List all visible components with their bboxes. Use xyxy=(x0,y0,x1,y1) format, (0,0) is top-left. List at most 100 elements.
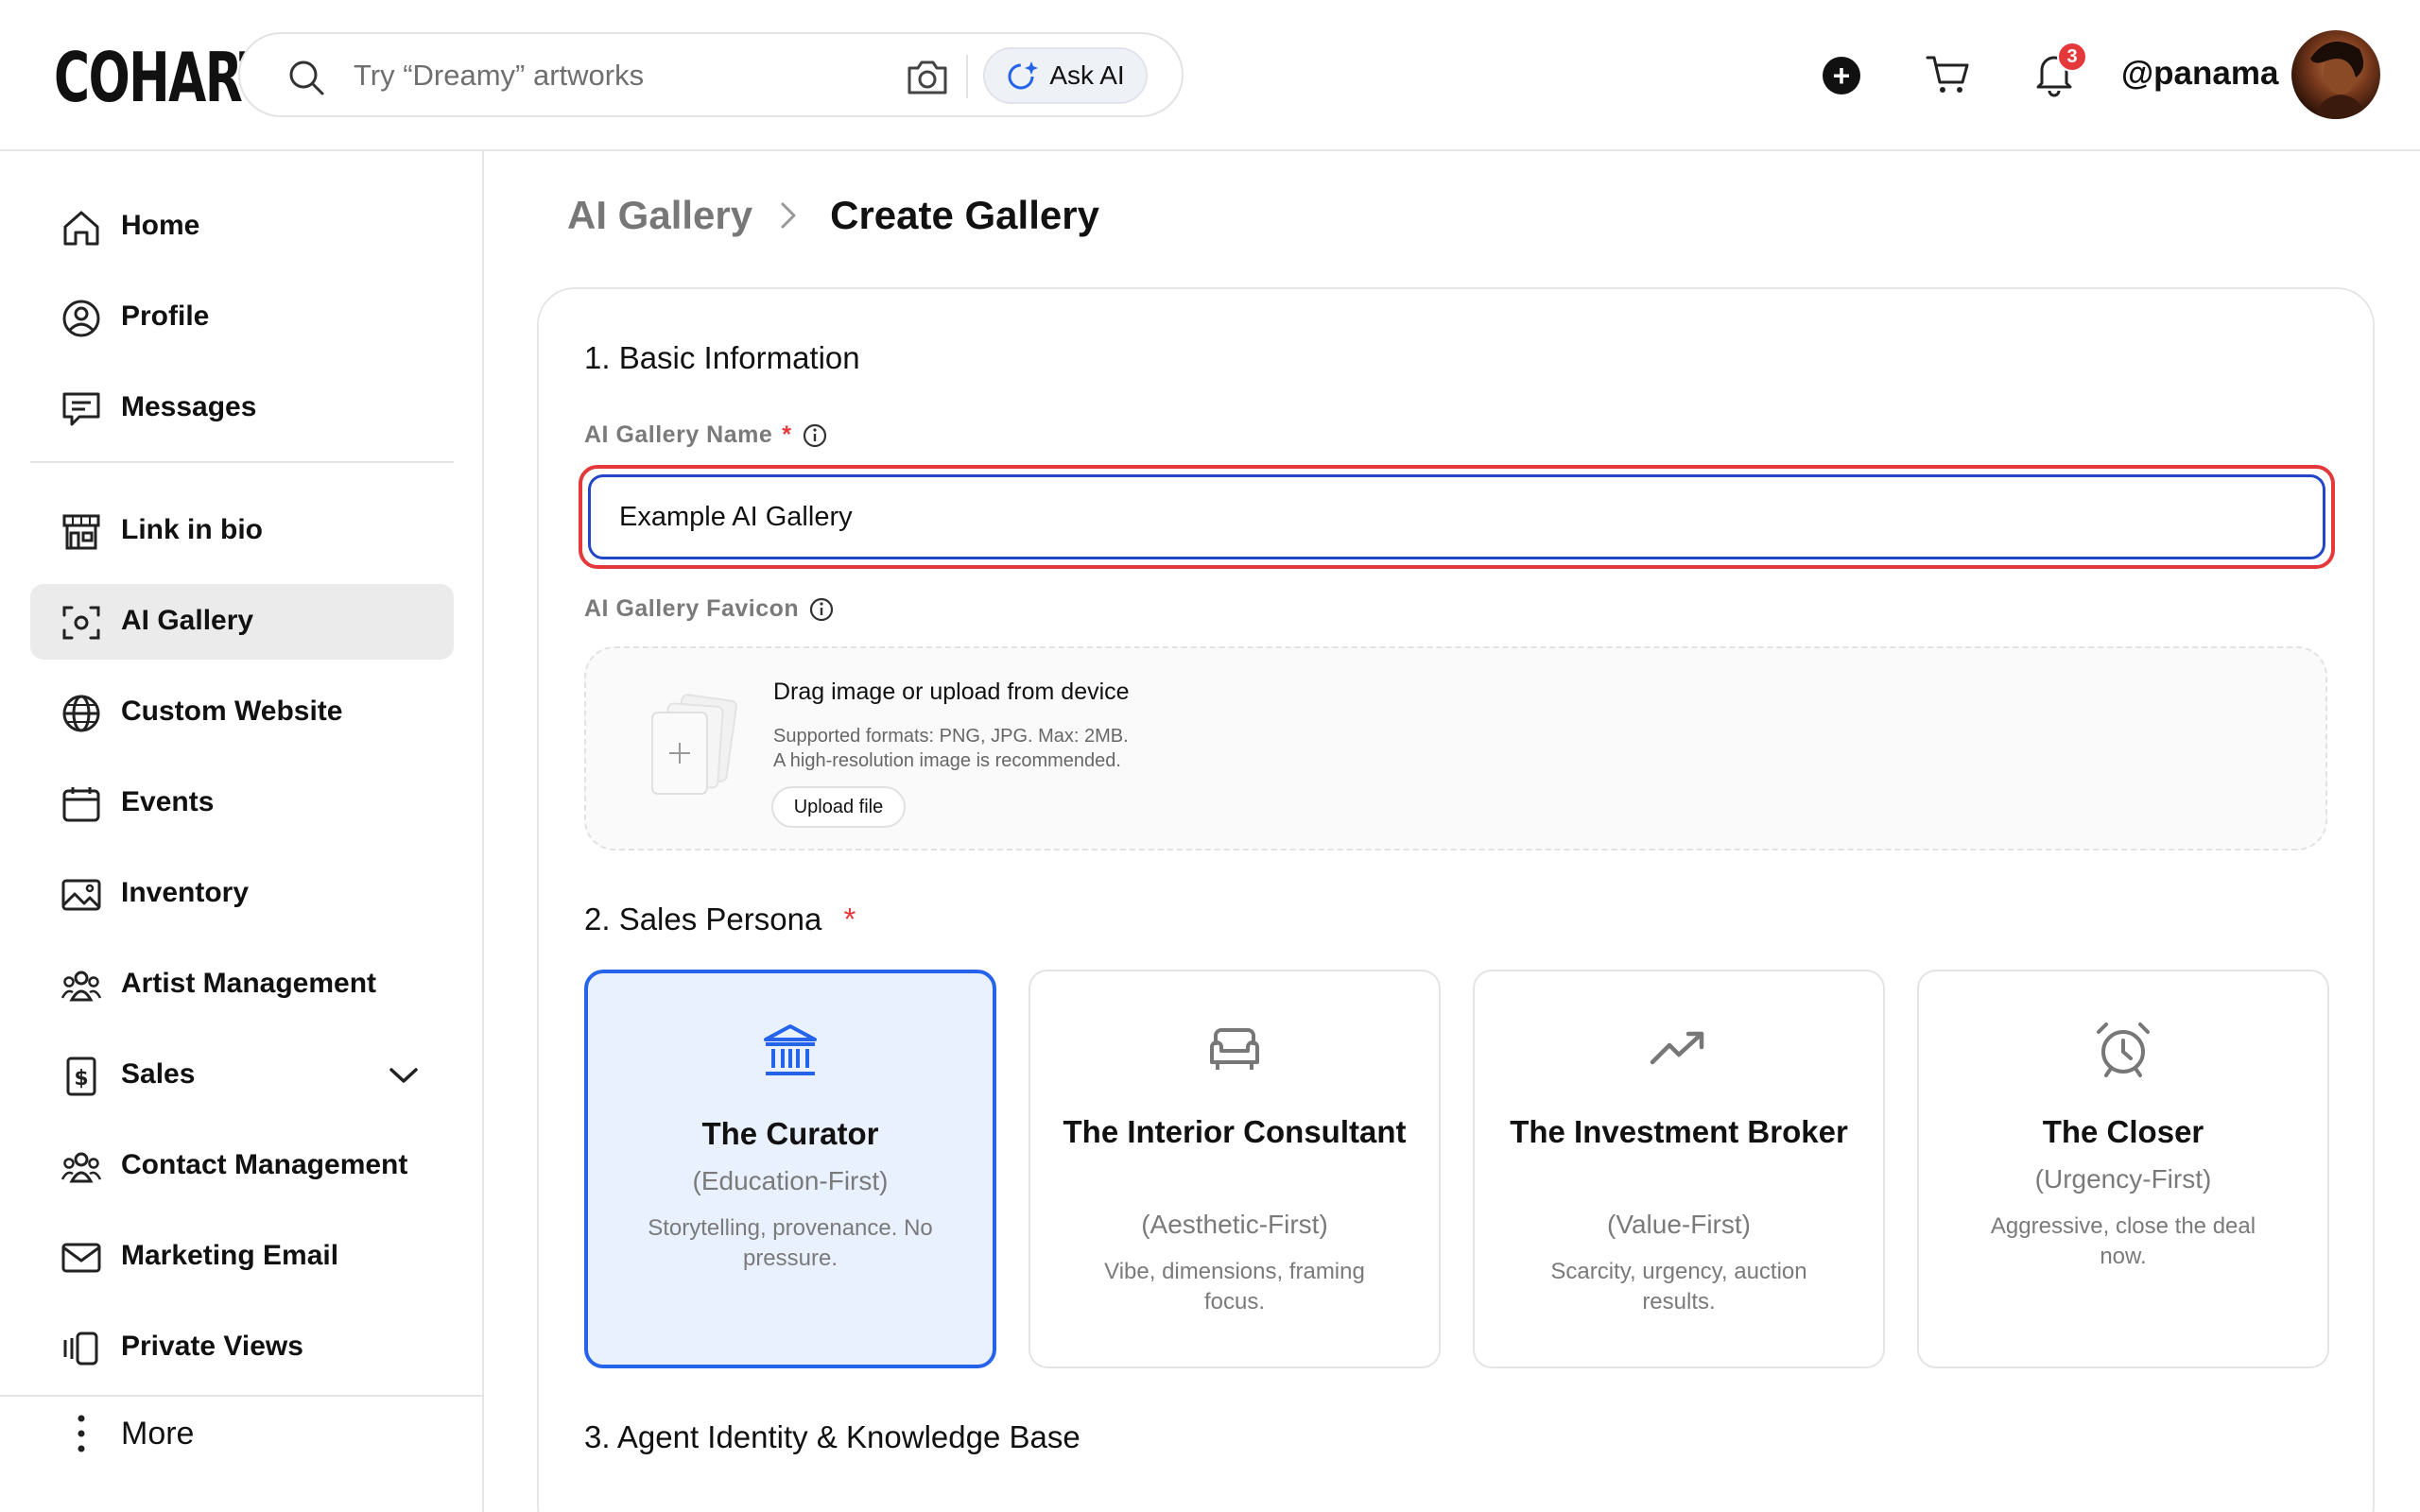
image-stack-upload-icon xyxy=(651,694,737,795)
persona-card-investment-broker[interactable]: The Investment Broker (Value-First) Scar… xyxy=(1473,970,1885,1368)
create-plus-button[interactable]: + xyxy=(1823,57,1860,94)
sidebar-item-label: Inventory xyxy=(121,877,250,908)
sidebar-item-artist-management[interactable]: Artist Management xyxy=(30,947,454,1022)
persona-name: The Interior Consultant xyxy=(1063,1114,1407,1149)
dropzone-recommendation: A high-resolution image is recommended. xyxy=(773,750,1121,771)
camera-icon[interactable] xyxy=(906,57,949,96)
sidebar-item-inventory[interactable]: Inventory xyxy=(30,856,454,932)
sidebar-item-label: Link in bio xyxy=(121,514,263,545)
search-bar[interactable]: Ask AI xyxy=(238,32,1184,117)
persona-tag: (Urgency-First) xyxy=(2034,1164,2212,1194)
globe-icon xyxy=(62,695,100,732)
info-icon[interactable] xyxy=(802,422,828,449)
username[interactable]: @panama xyxy=(2121,55,2278,93)
persona-card-interior-consultant[interactable]: The Interior Consultant (Aesthetic-First… xyxy=(1028,970,1441,1368)
sidebar-item-label: Messages xyxy=(121,391,257,422)
gallery-favicon-label-text: AI Gallery Favicon xyxy=(584,595,800,622)
persona-tag: (Aesthetic-First) xyxy=(1141,1210,1328,1239)
notification-badge: 3 xyxy=(2057,42,2087,72)
persona-description: Vibe, dimensions, framing focus. xyxy=(1104,1259,1365,1314)
sidebar-item-label: Custom Website xyxy=(121,696,343,727)
required-asterisk: * xyxy=(782,421,792,448)
contacts-group-icon xyxy=(60,1152,102,1183)
sidebar-item-home[interactable]: Home xyxy=(30,189,454,265)
sidebar-item-messages[interactable]: Messages xyxy=(30,370,454,446)
persona-tag: (Value-First) xyxy=(1607,1210,1751,1239)
sidebar-more-button[interactable]: More xyxy=(30,1397,454,1472)
sidebar-item-label: Home xyxy=(121,210,200,241)
gallery-favicon-label: AI Gallery Favicon xyxy=(584,595,835,623)
home-icon xyxy=(63,211,99,246)
more-label: More xyxy=(121,1416,195,1452)
vertical-dots-icon xyxy=(78,1415,85,1452)
dollar-document-icon: $ xyxy=(66,1057,96,1096)
gallery-name-error-outline xyxy=(579,465,2335,569)
sidebar-item-ai-gallery[interactable]: AI Gallery xyxy=(30,584,454,660)
dropzone-title: Drag image or upload from device xyxy=(773,679,1130,705)
sidebar-item-label: Marketing Email xyxy=(121,1240,339,1271)
calendar-icon xyxy=(62,787,100,822)
persona-name: The Closer xyxy=(2042,1114,2204,1149)
sidebar-item-label: Artist Management xyxy=(121,968,377,999)
persona-name: The Investment Broker xyxy=(1510,1114,1848,1149)
persona-name: The Curator xyxy=(701,1116,879,1151)
sidebar-item-profile[interactable]: Profile xyxy=(30,280,454,355)
profile-icon xyxy=(62,300,100,337)
sidebar-item-link-in-bio[interactable]: Link in bio xyxy=(30,493,454,569)
sidebar-item-label: Private Views xyxy=(121,1331,303,1362)
users-group-icon xyxy=(60,971,102,1002)
private-views-icon xyxy=(63,1332,98,1366)
persona-description: Aggressive, close the deal now. xyxy=(1990,1213,2256,1269)
ai-sparkle-icon xyxy=(1008,61,1039,90)
sidebar-item-label: Contact Management xyxy=(121,1149,408,1180)
search-icon xyxy=(289,60,324,95)
notifications-button[interactable]: 3 xyxy=(2031,42,2087,98)
sidebar-item-label: Events xyxy=(121,786,215,817)
sofa-icon xyxy=(1210,1028,1259,1070)
ask-ai-button[interactable]: Ask AI xyxy=(983,47,1148,104)
sidebar-item-label: AI Gallery xyxy=(121,605,254,636)
create-gallery-form: 1. Basic Information AI Gallery Name * A… xyxy=(537,287,2375,1512)
sidebar-item-label: Profile xyxy=(121,301,210,332)
sidebar-item-marketing-email[interactable]: Marketing Email xyxy=(30,1219,454,1295)
breadcrumb: AI Gallery Create Gallery xyxy=(567,193,1099,238)
chevron-down-icon[interactable] xyxy=(388,1064,420,1087)
page-title: Create Gallery xyxy=(830,193,1099,237)
cart-icon[interactable] xyxy=(1925,53,1970,96)
section-sales-persona-title-text: 2. Sales Persona xyxy=(584,902,822,936)
sidebar-item-events[interactable]: Events xyxy=(30,765,454,841)
ask-ai-label: Ask AI xyxy=(1049,60,1125,90)
search-input[interactable] xyxy=(354,55,883,96)
avatar[interactable] xyxy=(2291,30,2380,119)
section-sales-persona-title: 2. Sales Persona * xyxy=(584,902,856,937)
museum-icon xyxy=(764,1024,817,1075)
top-header: COHART Ask AI + 3 @panama xyxy=(0,0,2420,151)
info-icon[interactable] xyxy=(808,596,835,623)
avatar-portrait xyxy=(2310,42,2367,119)
sidebar-item-private-views[interactable]: Private Views xyxy=(30,1310,454,1385)
sidebar-item-contact-management[interactable]: Contact Management xyxy=(30,1128,454,1204)
upload-file-button[interactable]: Upload file xyxy=(771,786,906,828)
persona-card-curator[interactable]: The Curator (Education-First) Storytelli… xyxy=(584,970,996,1368)
sidebar-item-custom-website[interactable]: Custom Website xyxy=(30,675,454,750)
gallery-name-input[interactable] xyxy=(588,474,2325,559)
required-asterisk: * xyxy=(843,902,856,936)
search-divider xyxy=(966,55,968,98)
sidebar-item-sales[interactable]: $ Sales xyxy=(30,1038,454,1113)
dropzone-formats: Supported formats: PNG, JPG. Max: 2MB. xyxy=(773,726,1129,747)
favicon-dropzone[interactable]: Drag image or upload from device Support… xyxy=(584,646,2327,850)
trending-up-icon xyxy=(1650,1031,1704,1065)
gallery-name-label: AI Gallery Name * xyxy=(584,421,828,449)
persona-card-closer[interactable]: The Closer (Urgency-First) Aggressive, c… xyxy=(1917,970,2329,1368)
persona-description: Scarcity, urgency, auction results. xyxy=(1550,1259,1807,1314)
sidebar: Home Profile Messages Link in bio AI Gal… xyxy=(0,151,484,1512)
storefront-icon xyxy=(62,514,100,550)
svg-text:$: $ xyxy=(74,1067,88,1091)
scan-focus-icon xyxy=(62,606,100,640)
gallery-name-label-text: AI Gallery Name xyxy=(584,421,773,448)
section-basic-information-title: 1. Basic Information xyxy=(584,340,860,375)
persona-description: Storytelling, provenance. No pressure. xyxy=(648,1215,933,1271)
breadcrumb-parent-link[interactable]: AI Gallery xyxy=(567,193,752,238)
persona-tag: (Education-First) xyxy=(692,1166,889,1195)
section-agent-identity-title: 3. Agent Identity & Knowledge Base xyxy=(584,1419,1080,1454)
